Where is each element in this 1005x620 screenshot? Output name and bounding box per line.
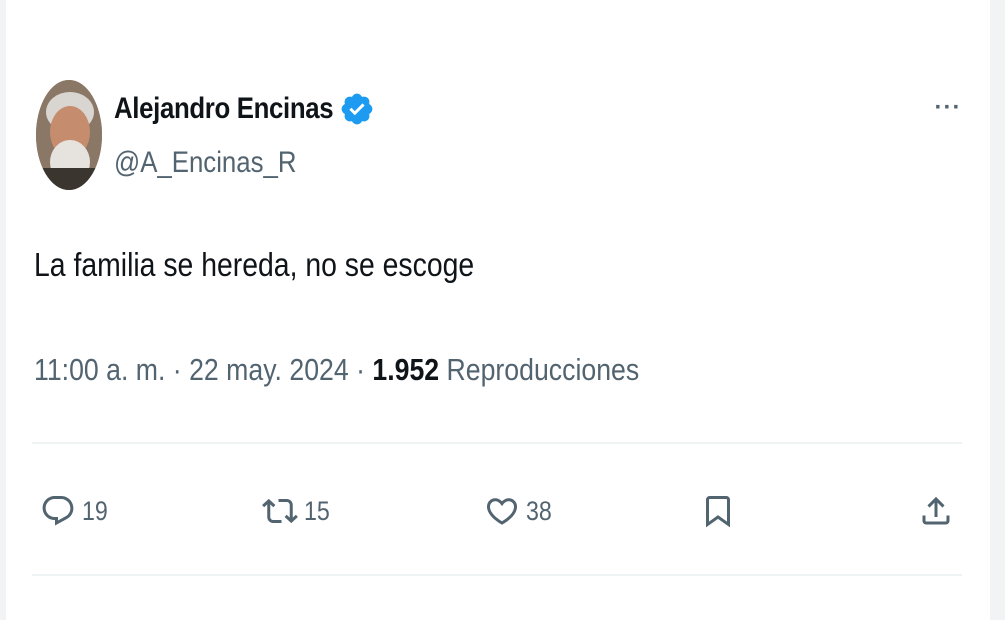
repost-count: 15 xyxy=(304,495,330,526)
meta-separator: · xyxy=(348,352,373,387)
share-icon xyxy=(922,496,950,525)
like-count: 38 xyxy=(526,495,552,526)
like-icon xyxy=(486,498,518,525)
like-button[interactable]: 38 xyxy=(484,484,556,538)
more-icon[interactable]: ··· xyxy=(928,94,968,122)
tweet-text: La familia se hereda, no se escoge xyxy=(34,246,475,283)
repost-icon xyxy=(262,498,298,524)
author-display-name[interactable]: Alejandro Encinas xyxy=(114,92,334,126)
tweet-card: Alejandro Encinas @A_Encinas_R ··· La fa… xyxy=(6,0,990,620)
bookmark-icon xyxy=(706,496,730,528)
share-button[interactable] xyxy=(918,484,954,538)
avatar[interactable] xyxy=(36,80,102,190)
tweet-meta: 11:00 a. m. · 22 may. 2024 · 1.952 Repro… xyxy=(34,352,639,388)
reply-icon xyxy=(42,496,74,526)
verified-badge-icon xyxy=(341,93,373,125)
author-handle[interactable]: @A_Encinas_R xyxy=(114,146,297,180)
tweet-date[interactable]: 22 may. 2024 xyxy=(189,352,349,387)
divider xyxy=(32,574,962,576)
views-label: Reproducciones xyxy=(446,352,640,387)
meta-separator: · xyxy=(165,352,190,387)
divider xyxy=(32,442,962,444)
reply-button[interactable]: 19 xyxy=(40,484,112,538)
bookmark-button[interactable] xyxy=(700,484,736,538)
reply-count: 19 xyxy=(82,495,108,526)
repost-button[interactable]: 15 xyxy=(262,484,334,538)
tweet-time[interactable]: 11:00 a. m. xyxy=(34,352,165,387)
author-name-row: Alejandro Encinas xyxy=(114,88,375,130)
views-count: 1.952 xyxy=(372,352,440,387)
